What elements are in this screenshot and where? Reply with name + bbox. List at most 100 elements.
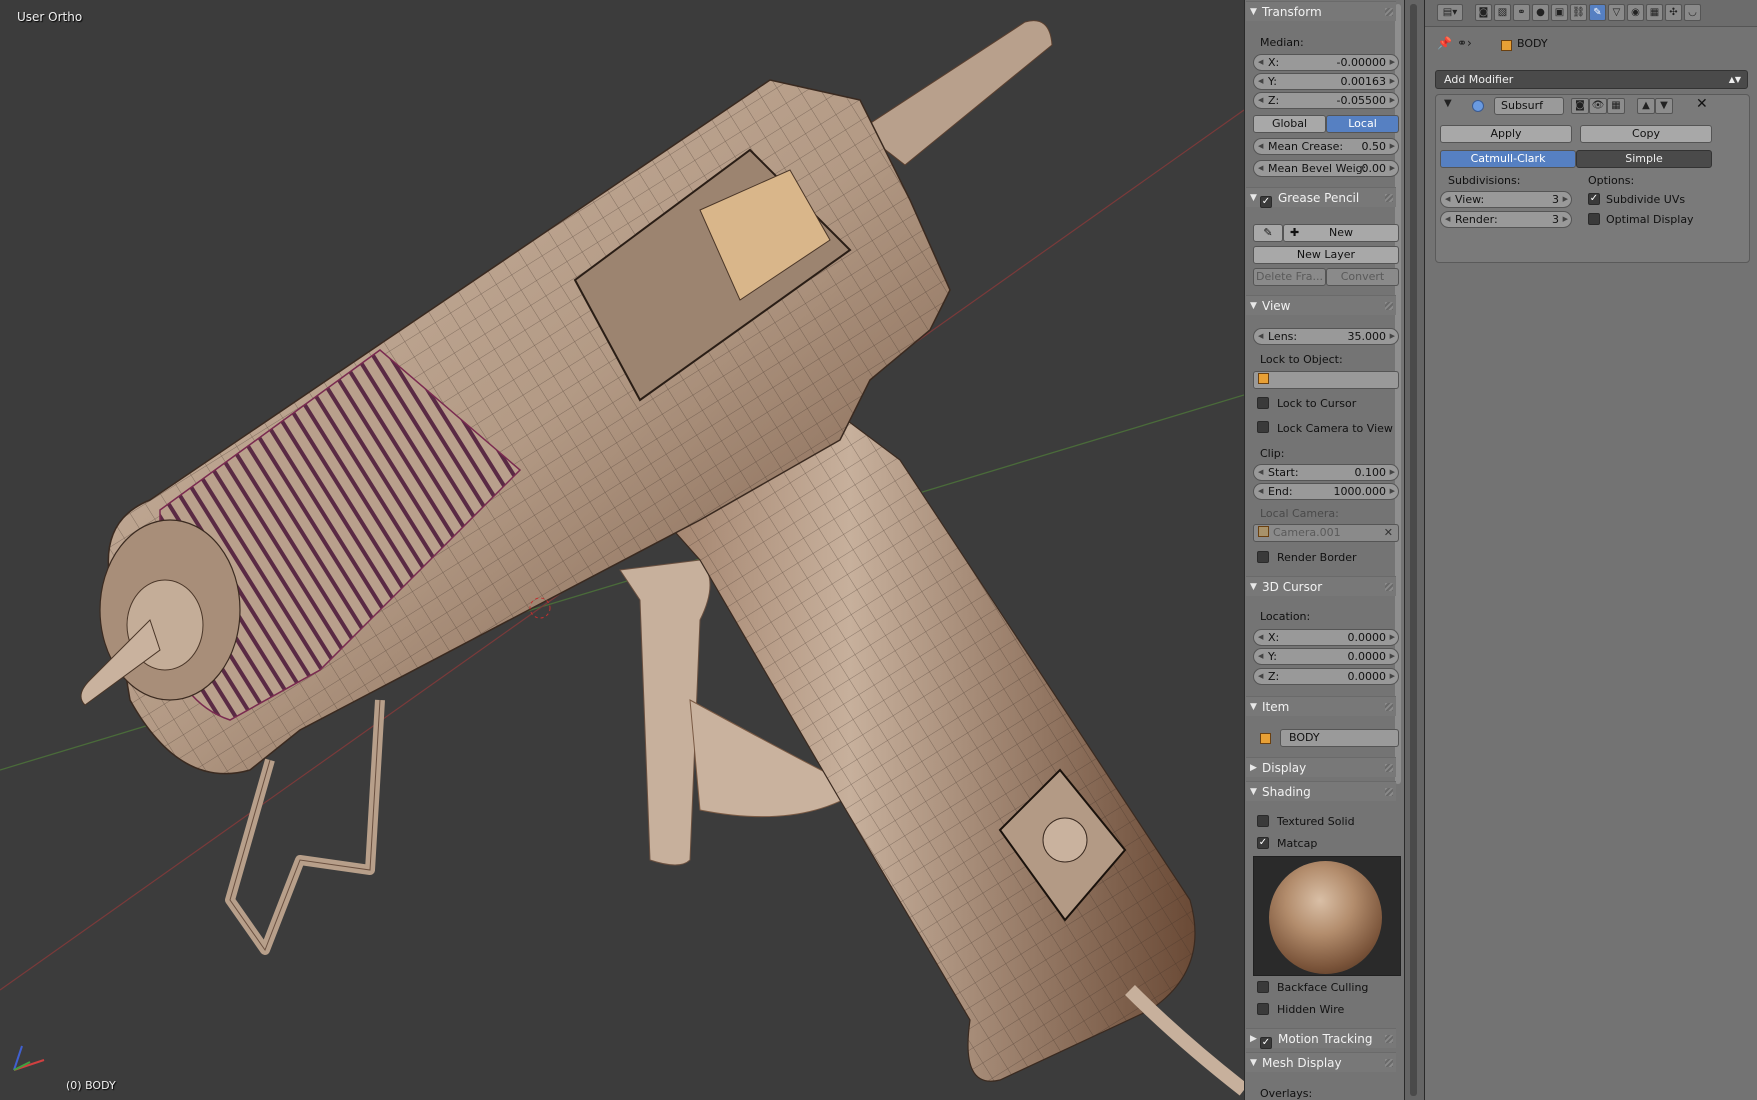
modifier-name-field[interactable]: Subsurf bbox=[1494, 97, 1564, 115]
clip-end-field[interactable]: ◀ End: 1000.000 ▶ bbox=[1253, 483, 1399, 500]
subdivide-uvs-checkbox[interactable]: ✓ bbox=[1588, 193, 1600, 205]
shading-header-label: Shading bbox=[1262, 785, 1311, 799]
backface-culling-checkbox[interactable] bbox=[1257, 981, 1269, 993]
drag-grip-icon[interactable] bbox=[1385, 302, 1393, 310]
edit-mode-icon[interactable]: ▦ bbox=[1607, 98, 1625, 114]
object-cube-icon bbox=[1258, 373, 1269, 384]
display-panel-header[interactable]: ▶ Display bbox=[1246, 757, 1396, 777]
cursor-x-field[interactable]: ◀ X: 0.0000 ▶ bbox=[1253, 629, 1399, 646]
lock-object-field[interactable] bbox=[1253, 371, 1399, 389]
rear-rod bbox=[859, 20, 1053, 166]
move-up-icon[interactable]: ▲ bbox=[1637, 98, 1655, 114]
data-tab-icon[interactable]: ▽ bbox=[1608, 4, 1625, 21]
collapse-down-icon: ▼ bbox=[1250, 787, 1257, 797]
view-panel-header[interactable]: ▼ View bbox=[1246, 295, 1396, 315]
copy-button[interactable]: Copy bbox=[1580, 125, 1712, 143]
transform-header-label: Transform bbox=[1262, 5, 1322, 19]
constraints-tab-icon[interactable]: ⛓ bbox=[1570, 4, 1587, 21]
add-modifier-dropdown[interactable]: Add Modifier ▲▼ bbox=[1435, 70, 1748, 89]
collapse-down-icon[interactable]: ▼ bbox=[1444, 98, 1452, 109]
region-divider[interactable] bbox=[1404, 0, 1425, 1100]
shading-panel-header[interactable]: ▼ Shading bbox=[1246, 781, 1396, 801]
matcap-label: Matcap bbox=[1277, 837, 1318, 850]
editor-type-icon[interactable]: ▤▾ bbox=[1437, 4, 1463, 21]
grease-pencil-panel-header[interactable]: ▼ ✓ Grease Pencil bbox=[1246, 187, 1396, 208]
drag-grip-icon[interactable] bbox=[1385, 703, 1393, 711]
convert-button[interactable]: Convert bbox=[1326, 268, 1399, 286]
drag-grip-icon[interactable] bbox=[1385, 788, 1393, 796]
close-icon[interactable]: ✕ bbox=[1696, 96, 1708, 112]
textured-solid-checkbox[interactable] bbox=[1257, 815, 1269, 827]
lock-to-cursor-checkbox[interactable] bbox=[1257, 397, 1269, 409]
3d-viewport[interactable]: User Ortho (0) BODY bbox=[0, 0, 1244, 1100]
axis-gizmo bbox=[13, 1045, 45, 1071]
lock-camera-checkbox[interactable] bbox=[1257, 421, 1269, 433]
local-camera-field[interactable]: Camera.001 ✕ bbox=[1253, 524, 1399, 542]
move-down-icon[interactable]: ▼ bbox=[1655, 98, 1673, 114]
object-name-field[interactable]: BODY bbox=[1280, 729, 1399, 747]
simple-toggle[interactable]: Simple bbox=[1576, 150, 1712, 168]
drag-grip-icon[interactable] bbox=[1385, 1059, 1393, 1067]
median-y-field[interactable]: ◀ Y: 0.00163 ▶ bbox=[1253, 73, 1399, 90]
drag-grip-icon[interactable] bbox=[1385, 1035, 1393, 1043]
render-levels-field[interactable]: ◀ Render: 3 ▶ bbox=[1440, 211, 1572, 228]
matcap-preview[interactable] bbox=[1253, 856, 1401, 976]
render-camera-icon[interactable]: ◙ bbox=[1571, 98, 1589, 114]
subsurf-modifier-icon bbox=[1472, 100, 1484, 112]
lens-field[interactable]: ◀ Lens: 35.000 ▶ bbox=[1253, 328, 1399, 345]
mesh-display-panel-header[interactable]: ▼ Mesh Display bbox=[1246, 1052, 1396, 1072]
drag-grip-icon[interactable] bbox=[1385, 194, 1393, 202]
drag-grip-icon[interactable] bbox=[1385, 583, 1393, 591]
clip-start-field[interactable]: ◀ Start: 0.100 ▶ bbox=[1253, 464, 1399, 481]
physics-tab-icon[interactable]: ◡ bbox=[1684, 4, 1701, 21]
scene-tab-icon[interactable]: ⚭ bbox=[1513, 4, 1530, 21]
new-grease-pencil-button[interactable]: ✚ New bbox=[1283, 224, 1399, 242]
median-x-field[interactable]: ◀ X: -0.00000 ▶ bbox=[1253, 54, 1399, 71]
transform-panel-header[interactable]: ▼ Transform bbox=[1246, 1, 1396, 21]
item-panel-header[interactable]: ▼ Item bbox=[1246, 696, 1396, 716]
clear-x-icon[interactable]: ✕ bbox=[1384, 525, 1393, 541]
motion-tracking-checkbox[interactable]: ✓ bbox=[1260, 1037, 1272, 1049]
button-center bbox=[1042, 817, 1088, 863]
motion-tracking-panel-header[interactable]: ▶ ✓ Motion Tracking bbox=[1246, 1028, 1396, 1049]
local-camera-label: Local Camera: bbox=[1260, 507, 1339, 520]
texture-tab-icon[interactable]: ▦ bbox=[1646, 4, 1663, 21]
material-tab-icon[interactable]: ◉ bbox=[1627, 4, 1644, 21]
collapse-down-icon: ▼ bbox=[1250, 301, 1257, 311]
global-toggle[interactable]: Global bbox=[1253, 115, 1326, 133]
mean-bevel-field[interactable]: ◀ Mean Bevel Weig: 0.00 ▶ bbox=[1253, 160, 1399, 177]
matcap-checkbox[interactable]: ✓ bbox=[1257, 837, 1269, 849]
cursor-z-field[interactable]: ◀ Z: 0.0000 ▶ bbox=[1253, 668, 1399, 685]
render-tab-icon[interactable]: ◙ bbox=[1475, 4, 1492, 21]
viewport-eye-icon[interactable]: 👁 bbox=[1589, 98, 1607, 114]
modifiers-wrench-icon[interactable]: ✎ bbox=[1589, 4, 1606, 21]
catmull-clark-toggle[interactable]: Catmull-Clark bbox=[1440, 150, 1576, 168]
drag-grip-icon[interactable] bbox=[1385, 8, 1393, 16]
render-layers-tab-icon[interactable]: ▧ bbox=[1494, 4, 1511, 21]
3d-cursor-panel-header[interactable]: ▼ 3D Cursor bbox=[1246, 576, 1396, 596]
lock-camera-label: Lock Camera to View bbox=[1277, 422, 1393, 435]
hidden-wire-checkbox[interactable] bbox=[1257, 1003, 1269, 1015]
mean-crease-field[interactable]: ◀ Mean Crease: 0.50 ▶ bbox=[1253, 138, 1399, 155]
particles-tab-icon[interactable]: ✣ bbox=[1665, 4, 1682, 21]
active-object-label: (0) BODY bbox=[66, 1079, 116, 1092]
drag-grip-icon[interactable] bbox=[1385, 764, 1393, 772]
new-layer-button[interactable]: New Layer bbox=[1253, 246, 1399, 264]
apply-button[interactable]: Apply bbox=[1440, 125, 1572, 143]
render-border-checkbox[interactable] bbox=[1257, 551, 1269, 563]
object-tab-icon[interactable]: ▣ bbox=[1551, 4, 1568, 21]
properties-editor: ▤▾ ◙ ▧ ⚭ ● ▣ ⛓ ✎ ▽ ◉ ▦ ✣ ◡ 📌 ⚭› BODY Add… bbox=[1424, 0, 1757, 1100]
hidden-wire-label: Hidden Wire bbox=[1277, 1003, 1345, 1016]
grease-pencil-checkbox[interactable]: ✓ bbox=[1260, 196, 1272, 208]
pin-icon[interactable]: 📌 bbox=[1437, 36, 1452, 50]
local-toggle[interactable]: Local bbox=[1326, 115, 1399, 133]
delete-frame-button[interactable]: Delete Fra... bbox=[1253, 268, 1326, 286]
object-cube-icon bbox=[1501, 40, 1512, 51]
view-levels-field[interactable]: ◀ View: 3 ▶ bbox=[1440, 191, 1572, 208]
optimal-display-checkbox[interactable] bbox=[1588, 213, 1600, 225]
region-scrollbar[interactable] bbox=[1410, 4, 1417, 1096]
pencil-source-icon[interactable]: ✎ bbox=[1253, 224, 1283, 242]
median-z-field[interactable]: ◀ Z: -0.05500 ▶ bbox=[1253, 92, 1399, 109]
world-tab-icon[interactable]: ● bbox=[1532, 4, 1549, 21]
cursor-y-field[interactable]: ◀ Y: 0.0000 ▶ bbox=[1253, 648, 1399, 665]
